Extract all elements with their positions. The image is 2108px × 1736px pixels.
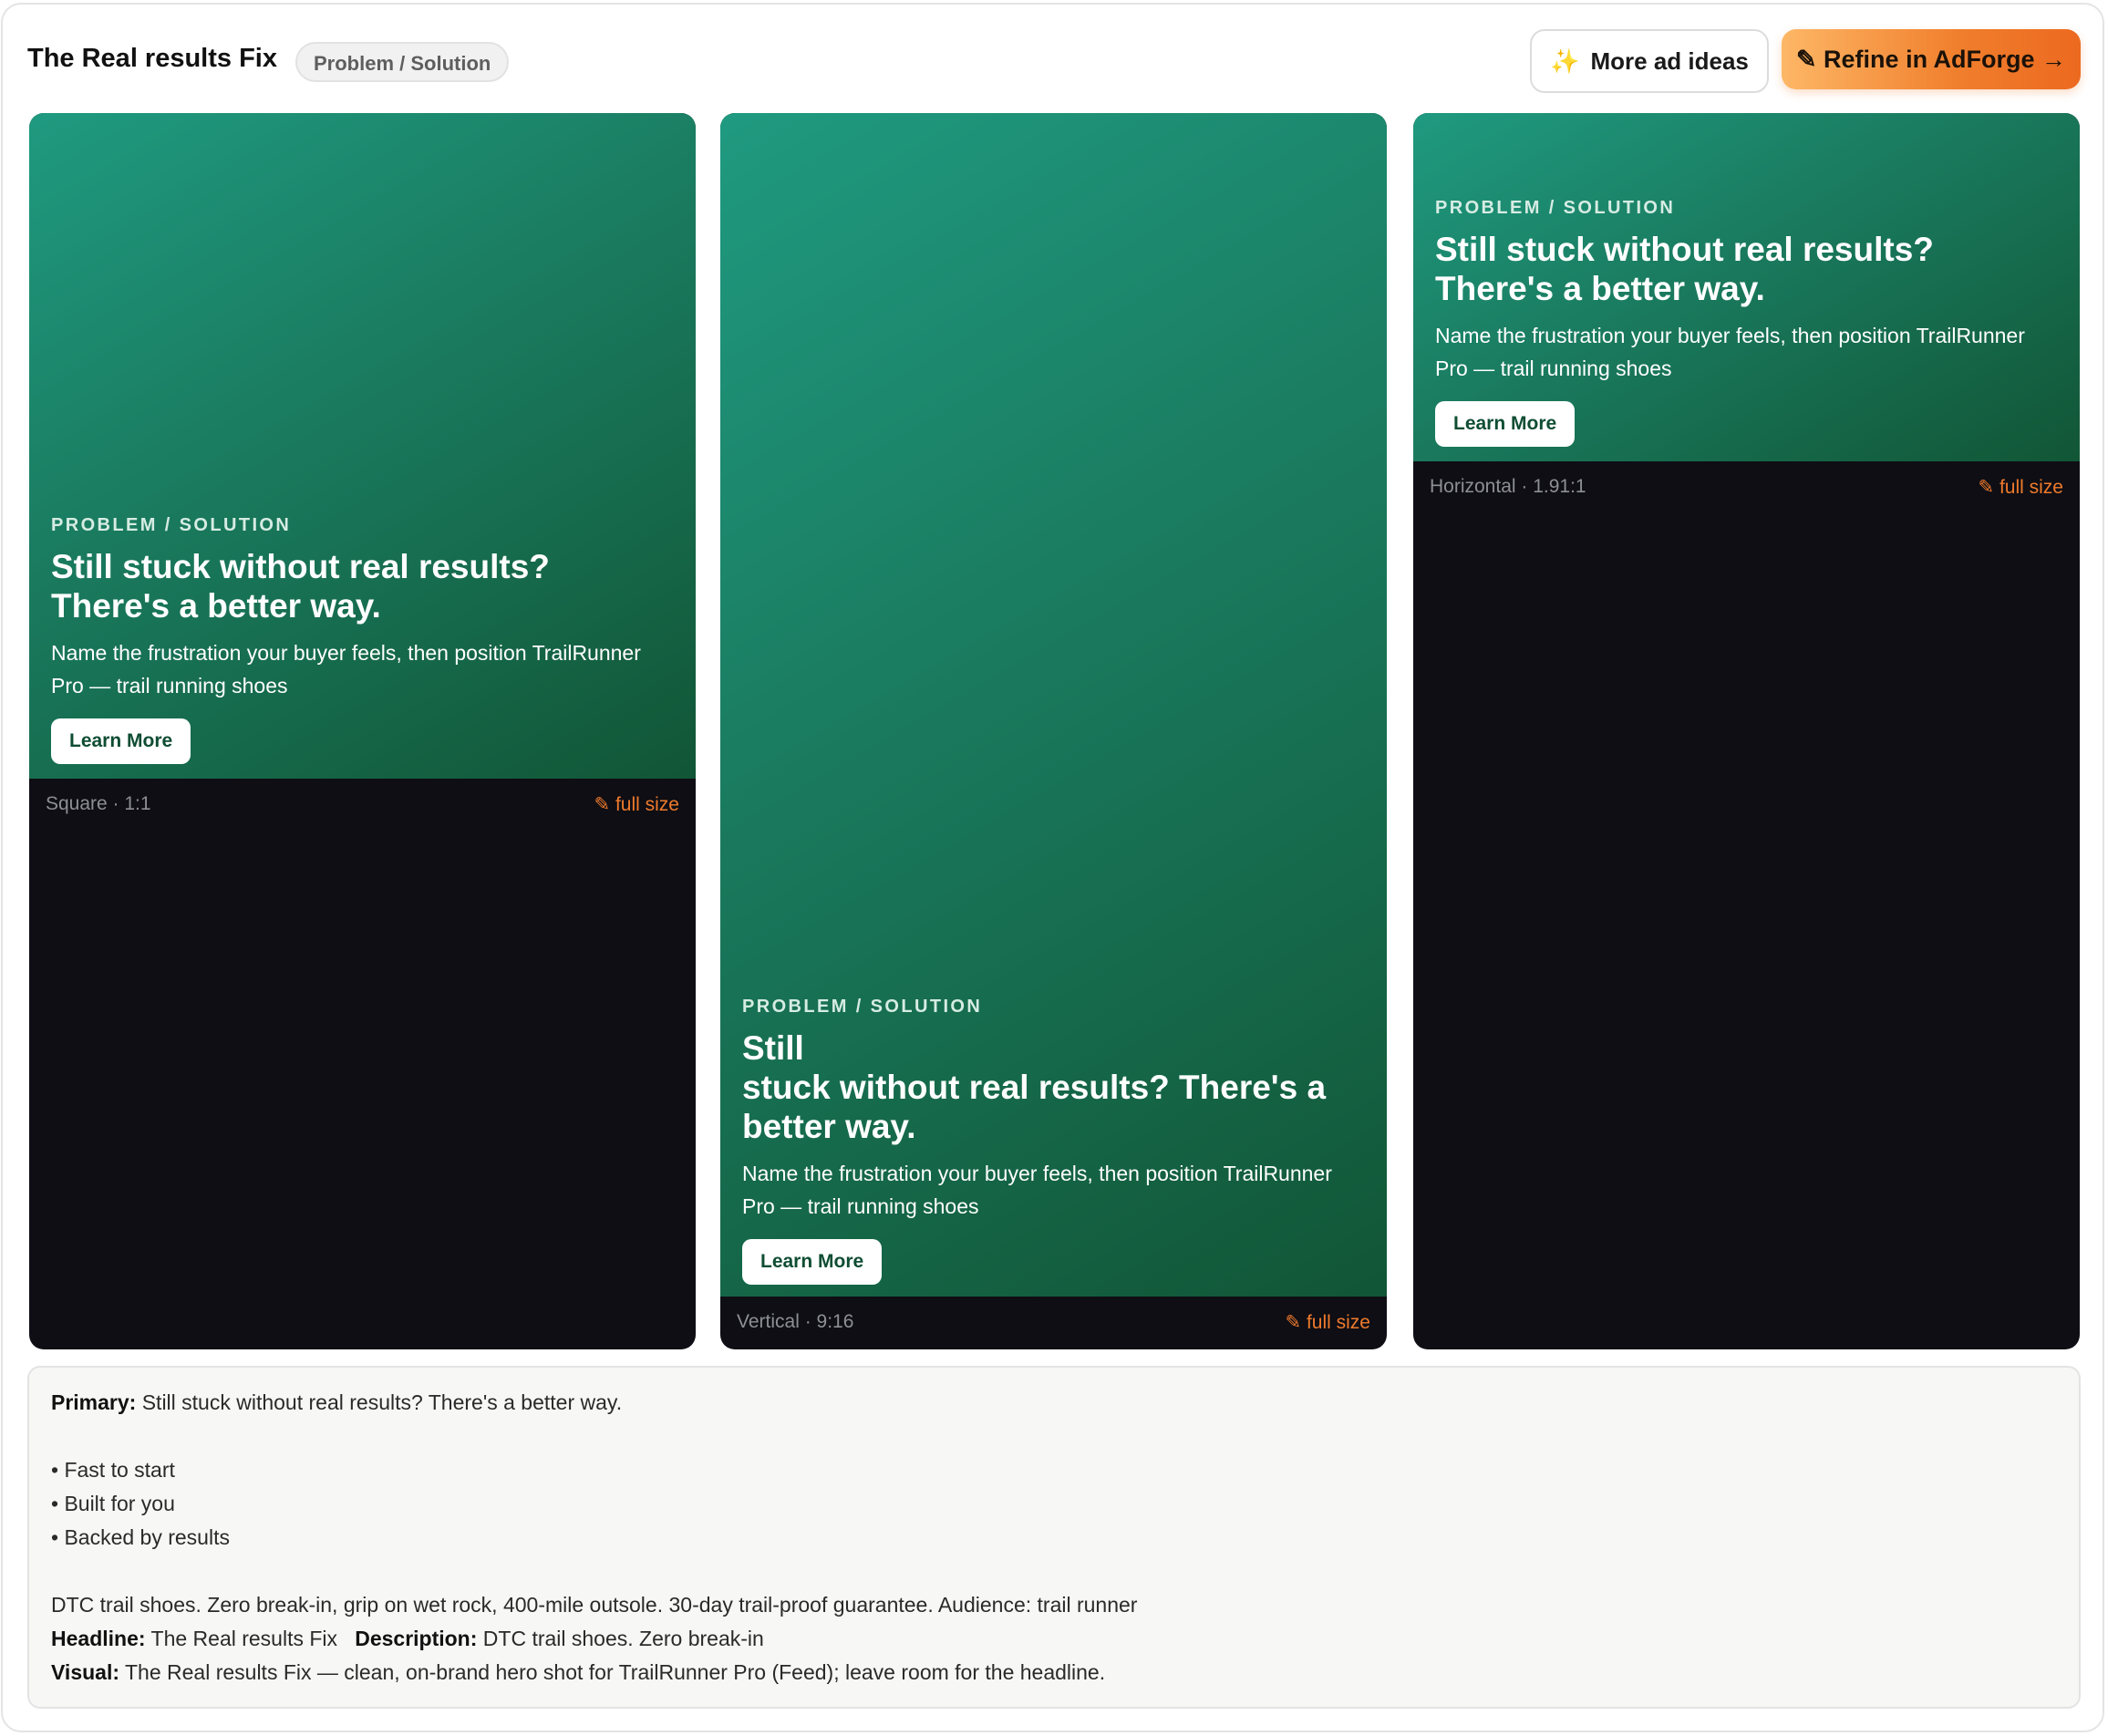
- ad-card-square[interactable]: PROBLEM / SOLUTION Still stuck without r…: [29, 113, 696, 1349]
- description-text: DTC trail shoes. Zero break-in: [482, 1627, 764, 1650]
- angle-badge: Problem / Solution: [295, 42, 510, 82]
- creative-subtext: Name the frustration your buyer feels, t…: [742, 1162, 1332, 1218]
- creative-headline: Still stuck without real results? There'…: [1435, 231, 1934, 307]
- panel-header: The Real results Fix Problem / Solution …: [27, 27, 2081, 93]
- creative-eyebrow: PROBLEM / SOLUTION: [742, 997, 983, 1017]
- full-size-link[interactable]: ✎ full size: [594, 793, 679, 816]
- headline-label: Headline:: [51, 1627, 146, 1650]
- full-size-link[interactable]: ✎ full size: [1979, 476, 2063, 499]
- primary-label: Primary:: [51, 1390, 137, 1414]
- bullet-item: • Fast to start: [51, 1458, 175, 1482]
- creative-headline-line1: Still: [742, 1029, 804, 1067]
- creative-content: PROBLEM / SOLUTION Still stuck without r…: [742, 996, 1365, 1285]
- creative-headline: Still stuck without real results? There'…: [51, 548, 550, 625]
- creative-eyebrow: PROBLEM / SOLUTION: [1435, 198, 1676, 218]
- bullet-item: • Built for you: [51, 1492, 175, 1515]
- learn-more-button[interactable]: Learn More: [742, 1239, 883, 1285]
- learn-more-button[interactable]: Learn More: [51, 718, 191, 764]
- ad-creative-preview[interactable]: PROBLEM / SOLUTION Still stuck without r…: [29, 113, 696, 779]
- creative-content: PROBLEM / SOLUTION Still stuck without r…: [51, 514, 674, 764]
- visual-row: Visual: The Real results Fix — clean, on…: [51, 1656, 2057, 1690]
- format-label: Square · 1:1: [46, 793, 151, 814]
- format-label: Vertical · 9:16: [737, 1311, 854, 1332]
- creative-subtext: Name the frustration your buyer feels, t…: [1435, 324, 2025, 380]
- creative-headline: Still stuck without real results? There'…: [742, 1028, 1371, 1146]
- creative-headline-line2: stuck without real results? There's a be…: [742, 1069, 1327, 1145]
- full-size-link[interactable]: ✎ full size: [1286, 1311, 1370, 1334]
- more-ad-ideas-button[interactable]: ✨ More ad ideas: [1530, 29, 1769, 93]
- creative-subtext: Name the frustration your buyer feels, t…: [51, 641, 641, 698]
- sparkle-icon: ✨: [1550, 46, 1580, 75]
- page-title: The Real results Fix: [27, 44, 277, 73]
- visual-text: The Real results Fix — clean, on-brand h…: [124, 1660, 1106, 1684]
- bullet-item: • Backed by results: [51, 1525, 230, 1549]
- headline-text: The Real results Fix: [150, 1627, 338, 1650]
- ad-card-horizontal[interactable]: PROBLEM / SOLUTION Still stuck without r…: [1413, 113, 2080, 1349]
- card-meta: Vertical · 9:16 ✎ full size: [737, 1304, 1370, 1340]
- primary-text: Still stuck without real results? There'…: [141, 1390, 623, 1414]
- primary-text-row: Primary: Still stuck without real result…: [51, 1386, 2057, 1420]
- ad-copy-box: Primary: Still stuck without real result…: [27, 1366, 2081, 1709]
- card-meta: Square · 1:1 ✎ full size: [46, 786, 679, 822]
- learn-more-button[interactable]: Learn More: [1435, 401, 1576, 447]
- headline-description-row: Headline: The Real results Fix Descripti…: [51, 1622, 2057, 1656]
- ad-creative-preview[interactable]: PROBLEM / SOLUTION Still stuck without r…: [720, 113, 1387, 1297]
- ad-card-vertical[interactable]: PROBLEM / SOLUTION Still stuck without r…: [720, 113, 1387, 1349]
- more-ad-ideas-label: More ad ideas: [1590, 46, 1749, 75]
- ad-creative-preview[interactable]: PROBLEM / SOLUTION Still stuck without r…: [1413, 113, 2080, 461]
- format-label: Horizontal · 1.91:1: [1430, 476, 1586, 497]
- refine-in-adforge-button[interactable]: ✎ Refine in AdForge →: [1782, 29, 2081, 89]
- description-label: Description:: [355, 1627, 478, 1650]
- body-copy: DTC trail shoes. Zero break-in, grip on …: [51, 1593, 1138, 1617]
- visual-label: Visual:: [51, 1660, 119, 1684]
- card-meta: Horizontal · 1.91:1 ✎ full size: [1430, 469, 2063, 505]
- creative-content: PROBLEM / SOLUTION Still stuck without r…: [1435, 197, 2058, 447]
- creative-eyebrow: PROBLEM / SOLUTION: [51, 515, 292, 535]
- refine-label: ✎ Refine in AdForge →: [1795, 45, 2067, 73]
